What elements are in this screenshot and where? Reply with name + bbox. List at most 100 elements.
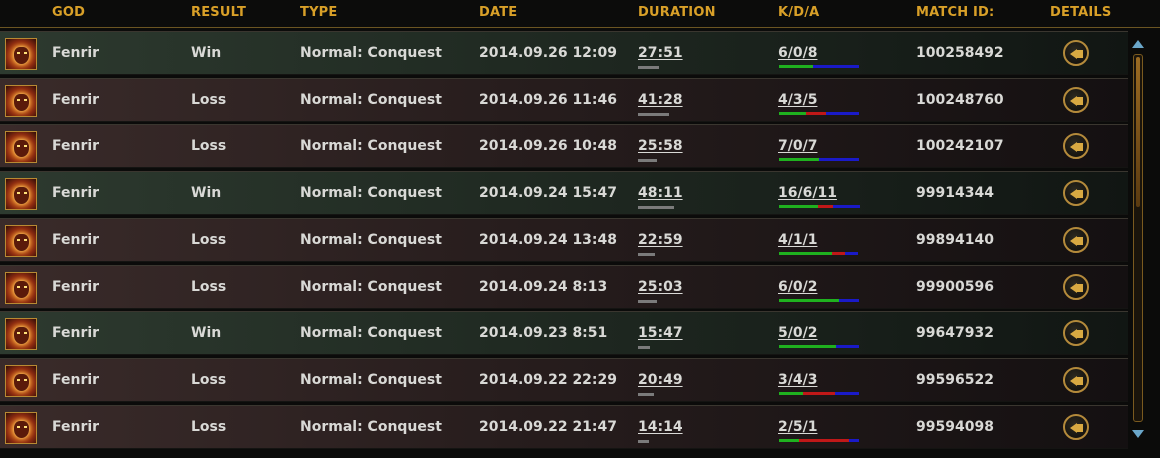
match-date: 2014.09.22 22:29 [479, 372, 618, 388]
table-row[interactable]: Fenrir Loss Normal: Conquest 2014.09.24 13:… [0, 218, 1128, 262]
god-portrait-icon [5, 38, 37, 70]
details-button[interactable] [1063, 367, 1089, 393]
duration-bar [638, 253, 655, 256]
god-portrait-icon [5, 318, 37, 350]
header-result[interactable]: RESULT [191, 5, 246, 20]
match-kda: 16/6/11 [778, 185, 837, 201]
match-id: 99914344 [916, 185, 994, 201]
match-date: 2014.09.24 15:47 [479, 185, 618, 201]
match-kda: 6/0/2 [778, 279, 818, 295]
match-type: Normal: Conquest [300, 45, 442, 61]
details-button[interactable] [1063, 227, 1089, 253]
match-type: Normal: Conquest [300, 325, 442, 341]
scroll-up-arrow-icon[interactable] [1132, 40, 1144, 48]
header-god[interactable]: GOD [52, 5, 85, 20]
match-result: Loss [191, 232, 227, 248]
match-kda: 3/4/3 [778, 372, 818, 388]
duration-bar [638, 113, 669, 116]
match-type: Normal: Conquest [300, 92, 442, 108]
table-row[interactable]: Fenrir Loss Normal: Conquest 2014.09.26 10:… [0, 124, 1128, 168]
header-match-id[interactable]: MATCH ID: [916, 5, 994, 20]
match-kda: 6/0/8 [778, 45, 818, 61]
details-button[interactable] [1063, 320, 1089, 346]
god-portrait-icon [5, 225, 37, 257]
details-button[interactable] [1063, 87, 1089, 113]
match-result: Win [191, 185, 222, 201]
match-kda: 4/3/5 [778, 92, 818, 108]
kda-bar [779, 299, 859, 302]
god-name: Fenrir [52, 279, 100, 295]
match-date: 2014.09.26 12:09 [479, 45, 618, 61]
table-row[interactable]: Fenrir Loss Normal: Conquest 2014.09.24 8:1… [0, 265, 1128, 309]
scrollbar[interactable] [1129, 40, 1147, 438]
header-kda[interactable]: K/D/A [778, 5, 819, 20]
match-duration: 20:49 [638, 372, 683, 388]
duration-bar [638, 346, 650, 349]
match-date: 2014.09.22 21:47 [479, 419, 618, 435]
match-duration: 15:47 [638, 325, 683, 341]
duration-bar [638, 393, 654, 396]
match-result: Loss [191, 419, 227, 435]
match-date: 2014.09.23 8:51 [479, 325, 608, 341]
table-row[interactable]: Fenrir Win Normal: Conquest 2014.09.26 12:0… [0, 31, 1128, 75]
match-kda: 4/1/1 [778, 232, 818, 248]
match-result: Loss [191, 138, 227, 154]
scroll-down-arrow-icon[interactable] [1132, 430, 1144, 438]
match-result: Win [191, 325, 222, 341]
match-result: Loss [191, 372, 227, 388]
table-row[interactable]: Fenrir Win Normal: Conquest 2014.09.23 8:51… [0, 311, 1128, 355]
god-portrait-icon [5, 131, 37, 163]
match-type: Normal: Conquest [300, 185, 442, 201]
match-duration: 25:58 [638, 138, 683, 154]
kda-bar [779, 392, 859, 395]
match-id: 100258492 [916, 45, 1004, 61]
match-duration: 41:28 [638, 92, 683, 108]
god-name: Fenrir [52, 325, 100, 341]
match-type: Normal: Conquest [300, 279, 442, 295]
kda-bar [779, 439, 859, 442]
details-button[interactable] [1063, 274, 1089, 300]
duration-bar [638, 440, 649, 443]
header-details[interactable]: DETAILS [1050, 5, 1111, 20]
details-button[interactable] [1063, 414, 1089, 440]
match-id: 99594098 [916, 419, 994, 435]
duration-bar [638, 300, 657, 303]
table-row[interactable]: Fenrir Win Normal: Conquest 2014.09.24 15:4… [0, 171, 1128, 215]
duration-bar [638, 206, 674, 209]
match-type: Normal: Conquest [300, 138, 442, 154]
details-button[interactable] [1063, 133, 1089, 159]
kda-bar [779, 158, 859, 161]
match-id: 99894140 [916, 232, 994, 248]
match-result: Win [191, 45, 222, 61]
god-portrait-icon [5, 178, 37, 210]
match-date: 2014.09.26 10:48 [479, 138, 618, 154]
scroll-track[interactable] [1133, 54, 1143, 422]
match-duration: 25:03 [638, 279, 683, 295]
table-row[interactable]: Fenrir Loss Normal: Conquest 2014.09.26 11:… [0, 78, 1128, 122]
god-name: Fenrir [52, 45, 100, 61]
match-id: 99596522 [916, 372, 994, 388]
match-kda: 7/0/7 [778, 138, 818, 154]
details-button[interactable] [1063, 180, 1089, 206]
match-duration: 22:59 [638, 232, 683, 248]
god-name: Fenrir [52, 138, 100, 154]
match-type: Normal: Conquest [300, 372, 442, 388]
header-date[interactable]: DATE [479, 5, 517, 20]
match-date: 2014.09.24 8:13 [479, 279, 608, 295]
god-portrait-icon [5, 272, 37, 304]
header-duration[interactable]: DURATION [638, 5, 716, 20]
duration-bar [638, 159, 657, 162]
kda-bar [779, 252, 858, 255]
kda-bar [779, 205, 860, 208]
details-button[interactable] [1063, 40, 1089, 66]
scroll-thumb[interactable] [1136, 57, 1140, 207]
match-duration: 14:14 [638, 419, 683, 435]
table-row[interactable]: Fenrir Loss Normal: Conquest 2014.09.22 22:… [0, 358, 1128, 402]
god-portrait-icon [5, 365, 37, 397]
match-date: 2014.09.24 13:48 [479, 232, 618, 248]
match-id: 99647932 [916, 325, 994, 341]
table-row[interactable]: Fenrir Loss Normal: Conquest 2014.09.22 21:… [0, 405, 1128, 449]
match-duration: 48:11 [638, 185, 683, 201]
header-type[interactable]: TYPE [300, 5, 338, 20]
match-result: Loss [191, 92, 227, 108]
